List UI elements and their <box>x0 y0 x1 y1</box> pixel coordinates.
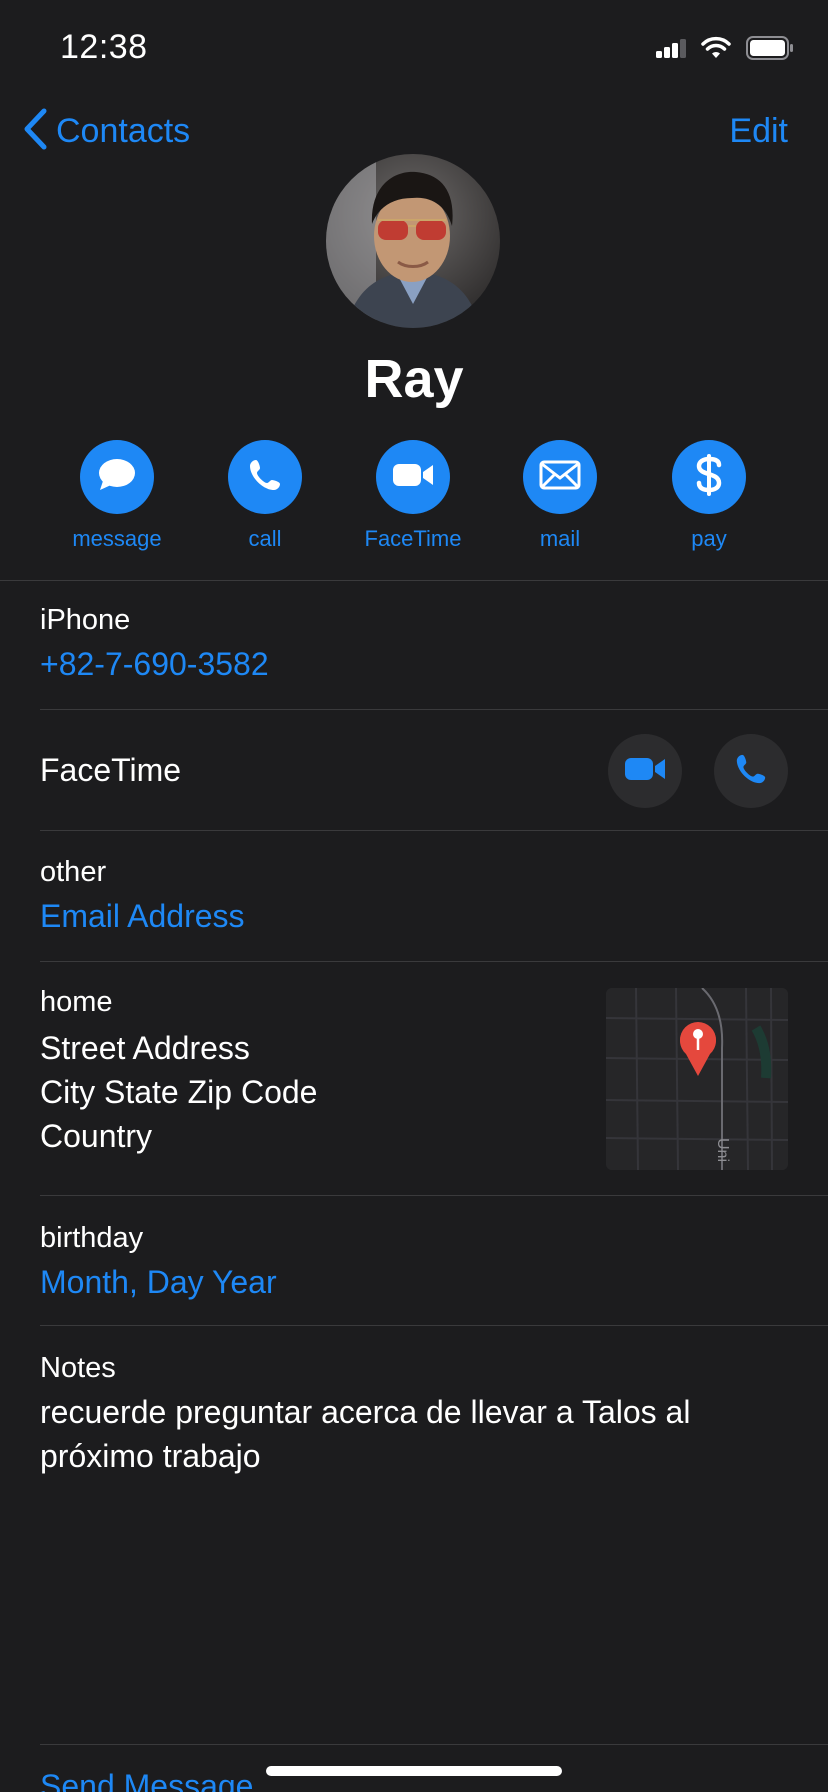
call-action-label: call <box>248 526 282 551</box>
row-divider <box>40 961 828 962</box>
message-action-button[interactable]: message <box>57 440 177 552</box>
video-icon <box>624 755 666 788</box>
birthday-label: birthday <box>40 1222 144 1254</box>
address-country[interactable]: Country <box>40 1114 152 1158</box>
phone-icon <box>734 752 768 791</box>
header-divider <box>0 580 828 581</box>
phone-icon <box>247 457 283 498</box>
contact-name: Ray <box>364 349 464 409</box>
mail-icon <box>539 460 581 495</box>
birthday-value[interactable]: Month, Day Year <box>40 1264 277 1301</box>
status-icons <box>656 36 794 65</box>
notes-text[interactable]: recuerde preguntar acerca de llevar a Ta… <box>40 1390 780 1478</box>
facetime-action-button[interactable]: FaceTime <box>353 440 473 552</box>
pay-action-button[interactable]: pay <box>649 440 769 552</box>
row-divider <box>40 1325 828 1326</box>
row-divider <box>40 1744 828 1745</box>
address-city[interactable]: City State Zip Code <box>40 1070 317 1114</box>
home-indicator[interactable] <box>266 1766 562 1776</box>
address-street[interactable]: Street Address <box>40 1026 250 1070</box>
map-street-label: Uni <box>714 1138 731 1162</box>
facetime-row-label: FaceTime <box>40 752 182 788</box>
row-divider <box>40 1195 828 1196</box>
call-action-button[interactable]: call <box>205 440 325 552</box>
contact-avatar <box>326 154 500 328</box>
video-icon <box>392 461 434 494</box>
email-address-link[interactable]: Email Address <box>40 898 245 935</box>
chevron-left-icon <box>22 108 48 155</box>
mail-action-button[interactable]: mail <box>500 440 620 552</box>
facetime-action-label: FaceTime <box>364 526 462 551</box>
pay-action-label: pay <box>691 526 727 551</box>
facetime-video-button[interactable] <box>608 734 682 808</box>
dollar-icon <box>694 453 724 501</box>
phone-number-link[interactable]: +82-7-690-3582 <box>40 646 269 683</box>
quick-actions: message call FaceTime mail pay <box>0 440 828 560</box>
row-divider <box>40 830 828 831</box>
row-divider <box>40 709 828 710</box>
email-label: other <box>40 856 107 888</box>
battery-icon <box>746 36 794 65</box>
message-action-label: message <box>72 526 162 551</box>
back-button[interactable]: Contacts <box>22 108 190 155</box>
edit-button[interactable]: Edit <box>729 112 788 151</box>
contact-detail-screen: 12:38 Contacts Edit Ray message call Fac… <box>0 0 828 1792</box>
cellular-signal-icon <box>656 38 686 63</box>
message-icon <box>97 457 137 498</box>
notes-label: Notes <box>40 1352 116 1384</box>
send-message-link[interactable]: Send Message <box>40 1768 253 1792</box>
facetime-audio-button[interactable] <box>714 734 788 808</box>
status-bar: 12:38 <box>0 0 828 100</box>
status-time: 12:38 <box>60 28 148 66</box>
mail-action-label: mail <box>539 526 581 551</box>
address-label: home <box>40 986 113 1018</box>
phone-label: iPhone <box>40 604 131 636</box>
address-map-thumbnail[interactable]: Uni <box>606 988 788 1170</box>
wifi-icon <box>700 36 732 65</box>
back-label: Contacts <box>56 112 191 150</box>
